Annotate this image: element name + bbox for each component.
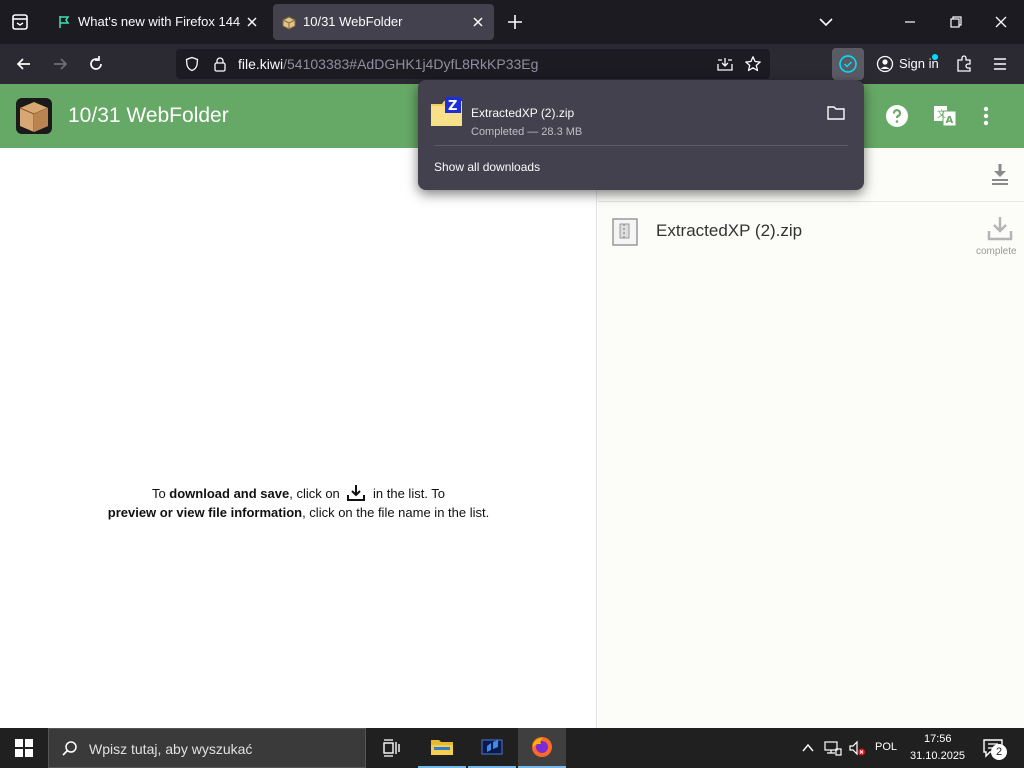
arrow-right-icon [54,58,68,70]
extensions-button[interactable] [948,48,980,80]
network-icon[interactable] [824,739,842,757]
url-text[interactable]: file.kiwi/54103383#AdDGHK1j4DyfL8RkKP33E… [238,56,538,72]
windows-logo-icon [15,739,33,757]
start-button[interactable] [0,728,48,768]
app-window-icon [481,739,503,755]
translate-icon[interactable]: 文A [933,104,957,128]
tab-bar: What's new with Firefox 144 10/31 WebFol… [0,0,1024,44]
task-view-icon [383,739,400,757]
firefox-taskbar-button[interactable] [518,728,566,768]
tab-title: What's new with Firefox 144 [78,14,241,29]
reload-button[interactable] [80,48,112,80]
tab-firefox-whats-new[interactable]: What's new with Firefox 144 [48,4,268,40]
firefox-icon [532,737,552,757]
zip-folder-icon: Z [430,96,464,128]
sign-in-label: Sign in [899,56,939,71]
folder-icon [431,740,453,755]
hamburger-icon [994,58,1006,70]
instr-text: To [151,486,170,501]
help-icon[interactable] [885,104,909,128]
url-path: /54103383#AdDGHK1j4DyfL8RkKP33Eg [283,56,539,72]
show-all-downloads-link[interactable]: Show all downloads [434,160,540,174]
app-menu-button[interactable] [984,48,1016,80]
close-window-icon[interactable] [991,12,1011,32]
navigation-toolbar: file.kiwi/54103383#AdDGHK1j4DyfL8RkKP33E… [0,44,1024,84]
taskbar-search-box[interactable]: Wpisz tutaj, aby wyszukać [48,728,366,768]
instr-text: in the list. To [369,486,446,501]
url-host: file.kiwi [238,56,284,72]
shield-icon[interactable] [184,56,200,72]
clock-date[interactable]: 31.10.2025 [910,750,965,762]
tab-webfolder[interactable]: 10/31 WebFolder [273,4,494,40]
downloads-button[interactable] [832,48,864,80]
instr-bold: download and save [169,486,290,501]
back-button[interactable] [8,48,40,80]
app-title: 10/31 WebFolder [68,104,229,127]
instr-text: , click on the file name in the list. [302,505,490,520]
file-status: complete [976,246,1017,257]
url-bar[interactable]: file.kiwi/54103383#AdDGHK1j4DyfL8RkKP33E… [176,49,770,79]
winxp-app-button[interactable] [468,728,516,768]
search-placeholder: Wpisz tutaj, aby wyszukać [89,741,253,757]
close-tab-icon[interactable] [244,14,260,30]
file-download-icon[interactable] [986,214,1014,242]
chevron-up-icon[interactable] [800,740,816,756]
reload-icon [90,56,102,70]
open-folder-icon[interactable] [826,104,846,122]
page-save-icon[interactable] [716,56,734,72]
firefox-flag-icon [56,14,72,30]
bookmark-star-icon[interactable] [744,55,762,73]
svg-text:A: A [946,115,954,126]
close-tab-icon[interactable] [470,14,486,30]
clock-time[interactable]: 17:56 [924,733,952,745]
download-item[interactable]: Z ExtractedXP (2).zip Completed — 28.3 M… [418,88,864,140]
file-name[interactable]: ExtractedXP (2).zip [656,221,802,241]
more-options-icon[interactable] [976,104,996,128]
list-all-tabs-icon[interactable] [8,10,32,34]
puzzle-icon [957,55,971,72]
instructions: To download and save, click on in the li… [0,484,597,522]
search-icon [62,741,77,756]
language-indicator[interactable]: POL [875,741,897,753]
download-complete-icon [839,55,857,73]
instr-text: , click on [289,486,344,501]
new-tab-icon[interactable] [505,12,525,32]
notification-center-button[interactable]: 2 [982,738,1008,760]
tab-title: 10/31 WebFolder [303,14,403,29]
chevron-down-icon[interactable] [816,12,836,32]
instructions-line-1: To download and save, click on in the li… [0,484,597,503]
file-explorer-button[interactable] [418,728,466,768]
task-view-button[interactable] [368,728,416,768]
svg-text:Z: Z [448,99,457,114]
file-list-pane: ExtractedXP (2).zip complete [598,148,1024,728]
preview-pane: To download and save, click on in the li… [0,148,597,728]
download-icon [346,484,366,502]
webfolder-box-logo [14,96,54,136]
download-all-icon[interactable] [990,162,1010,186]
download-status: Completed — 28.3 MB [471,126,583,138]
divider [434,145,848,146]
arrow-left-icon [16,58,30,70]
minimize-icon[interactable] [900,12,920,32]
restore-icon[interactable] [946,12,966,32]
instr-bold: preview or view file information [107,505,303,520]
account-icon [876,55,894,73]
zip-file-icon [612,218,638,246]
kiwi-box-icon [281,14,297,30]
downloads-panel: Z ExtractedXP (2).zip Completed — 28.3 M… [418,80,864,190]
forward-button[interactable] [44,48,76,80]
volume-muted-icon[interactable] [848,739,866,757]
windows-taskbar: Wpisz tutaj, aby wyszukać POL 17:56 31.1… [0,728,1024,768]
download-file-name: ExtractedXP (2).zip [471,106,575,120]
instructions-line-2: preview or view file information, click … [0,503,597,522]
lock-icon[interactable] [212,56,228,72]
sign-in-button[interactable]: Sign in [868,48,944,80]
file-row[interactable]: ExtractedXP (2).zip complete [598,204,1024,260]
notification-count-badge: 2 [991,744,1007,760]
